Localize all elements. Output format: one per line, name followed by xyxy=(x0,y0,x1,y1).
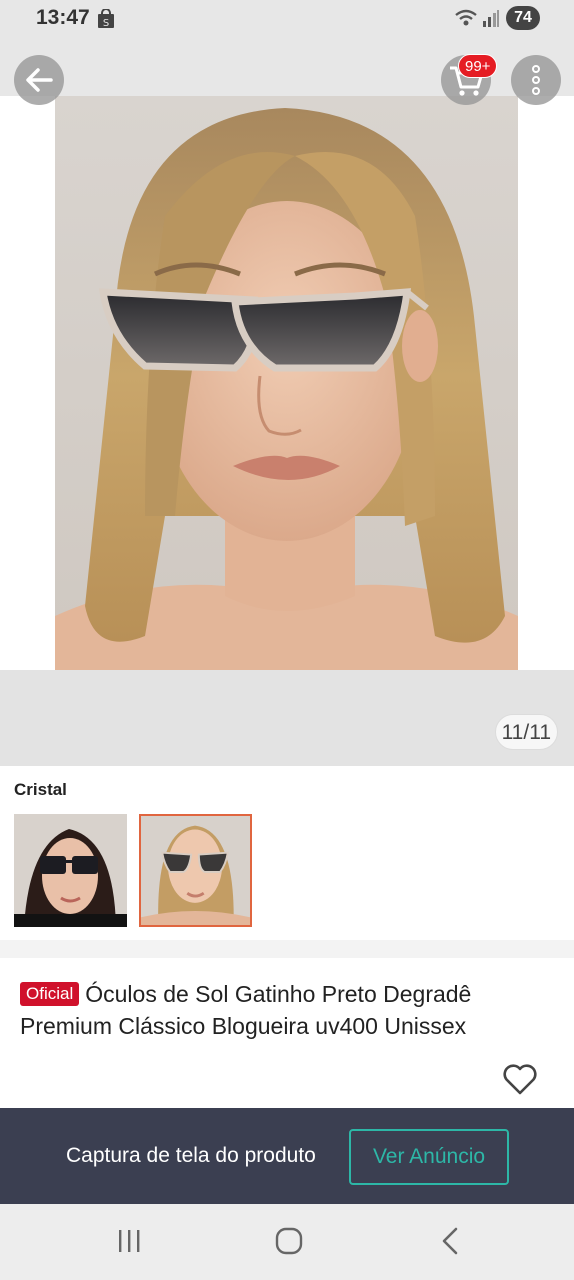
back-button[interactable] xyxy=(14,55,64,105)
heart-icon[interactable] xyxy=(502,1062,538,1096)
status-time: 13:47 xyxy=(36,6,90,29)
shopping-bag-icon: S xyxy=(98,9,114,29)
battery-indicator: 74 xyxy=(506,6,540,30)
status-bar: 13:47 S 74 xyxy=(0,0,574,40)
view-listing-button[interactable]: Ver Anúncio xyxy=(349,1129,509,1185)
product-title-text: Óculos de Sol Gatinho Preto Degradê Prem… xyxy=(20,981,472,1039)
product-title: Oficial Óculos de Sol Gatinho Preto Degra… xyxy=(20,978,554,1042)
official-badge: Oficial xyxy=(20,982,80,1006)
svg-text:S: S xyxy=(103,18,109,29)
image-counter: 11/11 xyxy=(494,714,558,750)
variation-thumbnail-1[interactable] xyxy=(14,814,127,927)
signal-icon xyxy=(483,10,499,27)
wifi-icon xyxy=(455,9,477,26)
cart-count-badge: 99+ xyxy=(458,54,498,78)
more-options-button[interactable] xyxy=(511,55,561,105)
section-divider xyxy=(0,940,574,958)
variation-thumbnail-2-selected[interactable] xyxy=(139,814,252,927)
arrow-left-icon xyxy=(26,68,53,92)
screenshot-prompt-bar: Captura de tela do produto Ver Anúncio xyxy=(0,1108,574,1204)
recent-apps-icon[interactable] xyxy=(114,1226,144,1256)
gallery-bottom-band xyxy=(0,670,574,766)
variation-section: Cristal xyxy=(0,766,574,940)
product-title-block: Oficial Óculos de Sol Gatinho Preto Degra… xyxy=(0,958,574,1108)
product-gallery[interactable]: 11/11 xyxy=(0,96,574,766)
screenshot-caption: Captura de tela do produto xyxy=(66,1144,316,1167)
product-photo xyxy=(55,96,518,670)
variation-label: Cristal xyxy=(14,780,67,799)
system-nav-bar xyxy=(0,1204,574,1280)
more-vertical-icon xyxy=(532,65,540,95)
back-icon[interactable] xyxy=(436,1226,466,1256)
home-icon[interactable] xyxy=(274,1226,304,1256)
